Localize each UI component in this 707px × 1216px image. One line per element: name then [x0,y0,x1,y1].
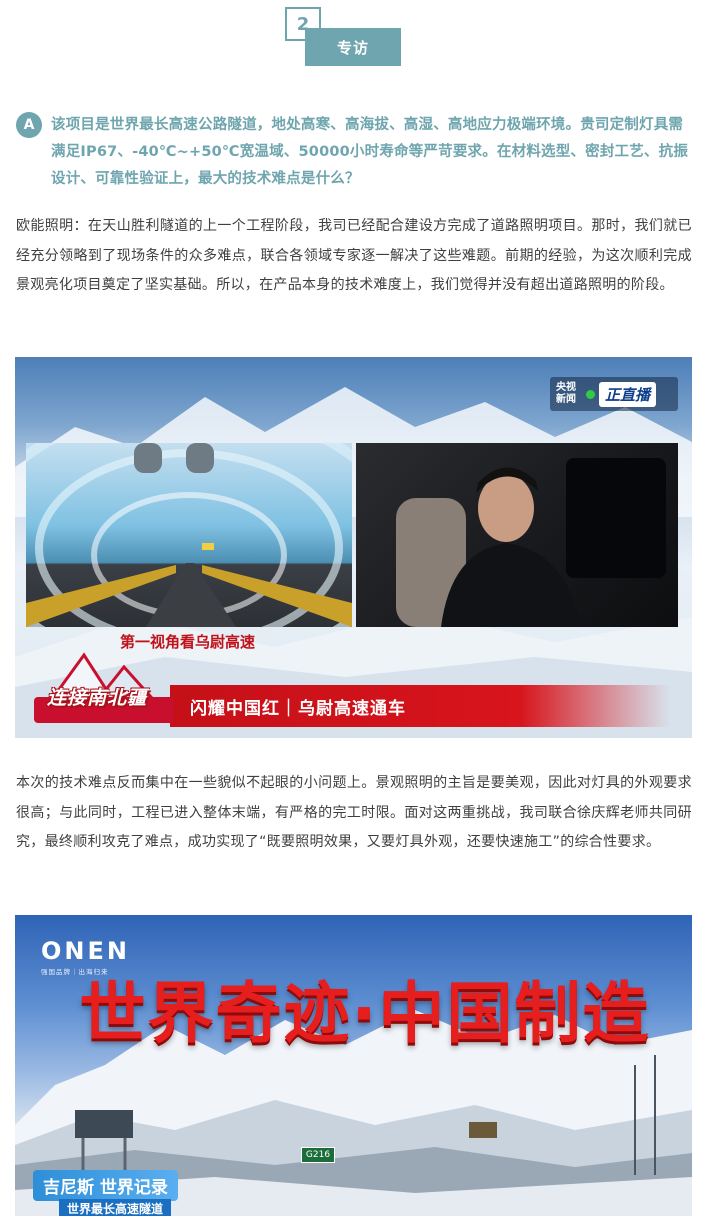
question-marker-icon: A [16,112,42,138]
answer-paragraph-1: 欧能照明：在天山胜利隧道的上一个工程阶段，我司已经配合建设方完成了道路照明项目。… [16,218,692,293]
live-label: 正直播 [599,381,657,407]
guinness-record-subtitle: 世界最长高速隧道 [59,1199,172,1216]
program-badge: 连接南北疆 [29,647,179,727]
news-banner: 闪耀中国红｜乌尉高速通车 [170,685,670,727]
section-label: 专访 [305,28,401,66]
channel-logo-text: 央视新闻 [556,382,576,405]
question-block: A 该项目是世界最长高速公路隧道，地处高寒、高海拔、高湿、高地应力极端环境。贵司… [16,112,692,193]
cctv-news-logo: 央视新闻 正直播 [550,377,678,411]
program-badge-text: 连接南北疆 [47,687,148,709]
section-badge: 2 专访 [285,7,405,69]
tunnel-illustration [26,443,352,627]
poster-image: ONEN 强国品牌｜出海归来 世界奇迹·中国制造 G216 吉尼斯 世界记录 世… [15,915,692,1216]
broadcast-image: 央视新闻 正直播 第一视角看乌尉高速 闪耀中国红｜乌尉高速通车 连接南北疆 [15,357,692,738]
answer-paragraph-2: 本次的技术难点反而集中在一些貌似不起眼的小问题上。景观照明的主旨是要美观，因此对… [16,775,692,850]
tunnel-view [26,443,352,627]
live-dot-icon [586,389,595,399]
interviewee-illustration [396,458,666,627]
poster-title: 世界奇迹·中国制造 [79,975,651,1052]
road-sign: G216 [301,1147,335,1163]
question-text: 该项目是世界最长高速公路隧道，地处高寒、高海拔、高湿、高地应力极端环境。贵司定制… [51,117,689,187]
onen-logo-word: ONEN [41,937,130,965]
car-interior-view [356,443,678,627]
guinness-record-badge: 吉尼斯 世界记录 [33,1170,178,1201]
news-banner-text: 闪耀中国红｜乌尉高速通车 [190,698,406,719]
